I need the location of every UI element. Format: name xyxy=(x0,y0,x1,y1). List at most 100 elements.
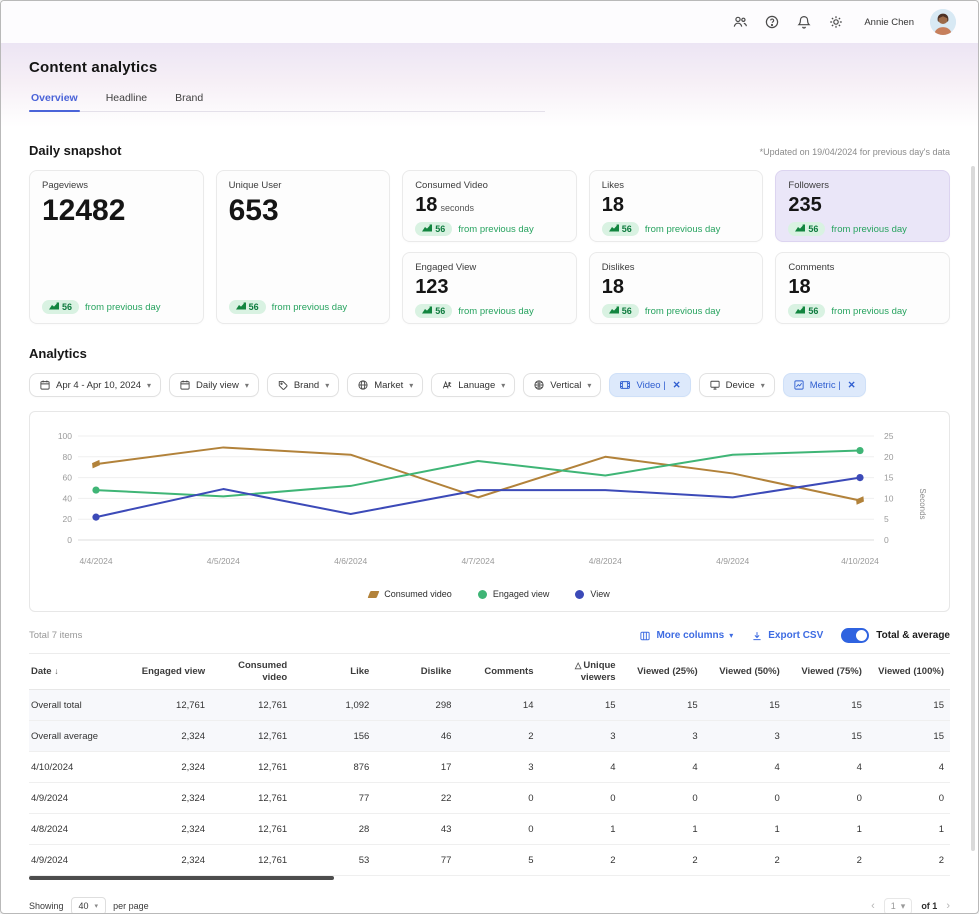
column-header-unique-viewers[interactable]: △Unique viewers xyxy=(539,660,621,684)
video-icon xyxy=(619,379,631,391)
value-cell: 3 xyxy=(457,762,539,773)
filter-chip-video[interactable]: Video |✕ xyxy=(609,373,690,397)
export-csv-button[interactable]: Export CSV xyxy=(751,630,823,642)
legend-item-consumed-video[interactable]: Consumed video xyxy=(369,589,452,599)
prev-page-button[interactable]: ‹ xyxy=(871,900,875,912)
column-header-viewed-100[interactable]: Viewed (100%) xyxy=(868,666,950,678)
svg-text:15: 15 xyxy=(884,473,894,483)
filter-label: Daily view xyxy=(196,380,239,391)
sort-down-icon: ↓ xyxy=(54,666,58,676)
value-cell: 3 xyxy=(539,731,621,742)
value-cell: 0 xyxy=(786,793,868,804)
columns-icon xyxy=(639,630,651,642)
value-cell: 12,761 xyxy=(129,700,211,711)
delta-text: from previous day xyxy=(645,224,721,235)
legend-label: Engaged view xyxy=(493,589,550,599)
value-cell: 156 xyxy=(293,731,375,742)
table-row: 4/8/20242,32412,7612843011111 xyxy=(29,814,950,845)
filter-label: Device xyxy=(726,380,755,391)
filter-chip-metric[interactable]: Metric |✕ xyxy=(783,373,866,397)
filter-chip-device[interactable]: Device ▾ xyxy=(699,373,775,397)
column-header-dislike[interactable]: Dislike xyxy=(375,666,457,678)
card-label: Dislikes xyxy=(602,262,751,273)
calendar-icon xyxy=(39,379,51,391)
value-cell: 0 xyxy=(539,793,621,804)
feedback-icon[interactable] xyxy=(764,14,780,30)
horizontal-scrollbar xyxy=(29,876,950,881)
page-size-select[interactable]: 40 ▾ xyxy=(71,897,107,914)
legend-marker xyxy=(575,590,584,599)
close-icon[interactable]: ✕ xyxy=(848,380,856,391)
value-cell: 0 xyxy=(622,793,704,804)
svg-text:4/4/2024: 4/4/2024 xyxy=(79,556,112,566)
value-cell: 17 xyxy=(375,762,457,773)
svg-text:40: 40 xyxy=(63,493,73,503)
card-value: 12482 xyxy=(42,195,191,227)
column-header-like[interactable]: Like xyxy=(293,666,375,678)
bell-icon[interactable] xyxy=(796,14,812,30)
card-value: 123 xyxy=(415,277,564,298)
column-header-date[interactable]: Date ↓ xyxy=(29,666,129,678)
card-label: Comments xyxy=(788,262,937,273)
value-cell: 4 xyxy=(539,762,621,773)
filter-chip-daily-view[interactable]: Daily view▾ xyxy=(169,373,259,397)
close-icon[interactable]: ✕ xyxy=(673,380,681,391)
value-cell: 0 xyxy=(704,793,786,804)
gear-icon[interactable] xyxy=(828,14,844,30)
svg-text:25: 25 xyxy=(884,431,894,441)
value-cell: 1 xyxy=(868,824,950,835)
table-row: 4/9/20242,32412,7617722000000 xyxy=(29,783,950,814)
column-header-comments[interactable]: Comments xyxy=(457,666,539,678)
card-label: Likes xyxy=(602,180,751,191)
filter-chip-apr-4-apr-10-2024[interactable]: Apr 4 - Apr 10, 2024▾ xyxy=(29,373,161,397)
filter-chip-brand[interactable]: Brand▾ xyxy=(267,373,339,397)
chevron-down-icon: ▾ xyxy=(501,381,505,390)
tag-icon xyxy=(277,379,289,391)
value-cell: 5 xyxy=(457,855,539,866)
delta-badge: 56 xyxy=(42,300,79,314)
toggle-switch[interactable] xyxy=(841,628,869,643)
delta-text: from previous day xyxy=(458,224,534,235)
card-value: 235 xyxy=(788,195,937,216)
svg-text:20: 20 xyxy=(884,452,894,462)
stat-card-consumed-video: Consumed Video18seconds56from previous d… xyxy=(402,170,577,242)
app-window: Annie Chen Content analytics OverviewHea… xyxy=(0,0,979,914)
metric-icon xyxy=(793,379,805,391)
card-label: Unique User xyxy=(229,180,378,191)
user-name[interactable]: Annie Chen xyxy=(864,17,914,28)
people-icon[interactable] xyxy=(732,14,748,30)
table-row: 4/9/20242,32412,7615377522222 xyxy=(29,845,950,876)
column-header-viewed-50[interactable]: Viewed (50%) xyxy=(704,666,786,678)
filter-chip-vertical[interactable]: Vertical▾ xyxy=(523,373,601,397)
tab-brand[interactable]: Brand xyxy=(173,92,205,111)
page-number-select[interactable]: 1 ▾ xyxy=(884,898,913,914)
page-count-label: of 1 xyxy=(921,901,937,911)
column-header-engaged-view[interactable]: Engaged view xyxy=(129,666,211,678)
row-label-cell: Overall average xyxy=(29,731,129,742)
delta-text: from previous day xyxy=(831,224,907,235)
tab-headline[interactable]: Headline xyxy=(104,92,149,111)
filter-chip-market[interactable]: Market▾ xyxy=(347,373,423,397)
trend-up-icon xyxy=(795,306,805,316)
export-csv-label: Export CSV xyxy=(768,630,823,641)
hscroll-thumb[interactable] xyxy=(29,876,334,880)
tab-overview[interactable]: Overview xyxy=(29,92,80,111)
chevron-down-icon: ▾ xyxy=(761,381,765,390)
column-header-viewed-25[interactable]: Viewed (25%) xyxy=(622,666,704,678)
value-cell: 12,761 xyxy=(211,762,293,773)
more-columns-button[interactable]: More columns ▾ xyxy=(639,630,733,642)
showing-label: Showing xyxy=(29,901,64,911)
column-header-viewed-75[interactable]: Viewed (75%) xyxy=(786,666,868,678)
value-cell: 876 xyxy=(293,762,375,773)
avatar[interactable] xyxy=(930,9,956,35)
vertical-scrollbar[interactable] xyxy=(971,166,975,851)
column-header-consumed-video[interactable]: Consumed video xyxy=(211,660,293,684)
filter-chip-lanuage[interactable]: Lanuage▾ xyxy=(431,373,515,397)
total-average-toggle[interactable]: Total & average xyxy=(841,628,950,643)
legend-item-view[interactable]: View xyxy=(575,589,609,599)
chevron-down-icon: ▾ xyxy=(587,381,591,390)
legend-item-engaged-view[interactable]: Engaged view xyxy=(478,589,550,599)
svg-text:Seconds: Seconds xyxy=(918,488,927,519)
delta-badge: 56 xyxy=(415,222,452,236)
next-page-button[interactable]: › xyxy=(946,900,950,912)
